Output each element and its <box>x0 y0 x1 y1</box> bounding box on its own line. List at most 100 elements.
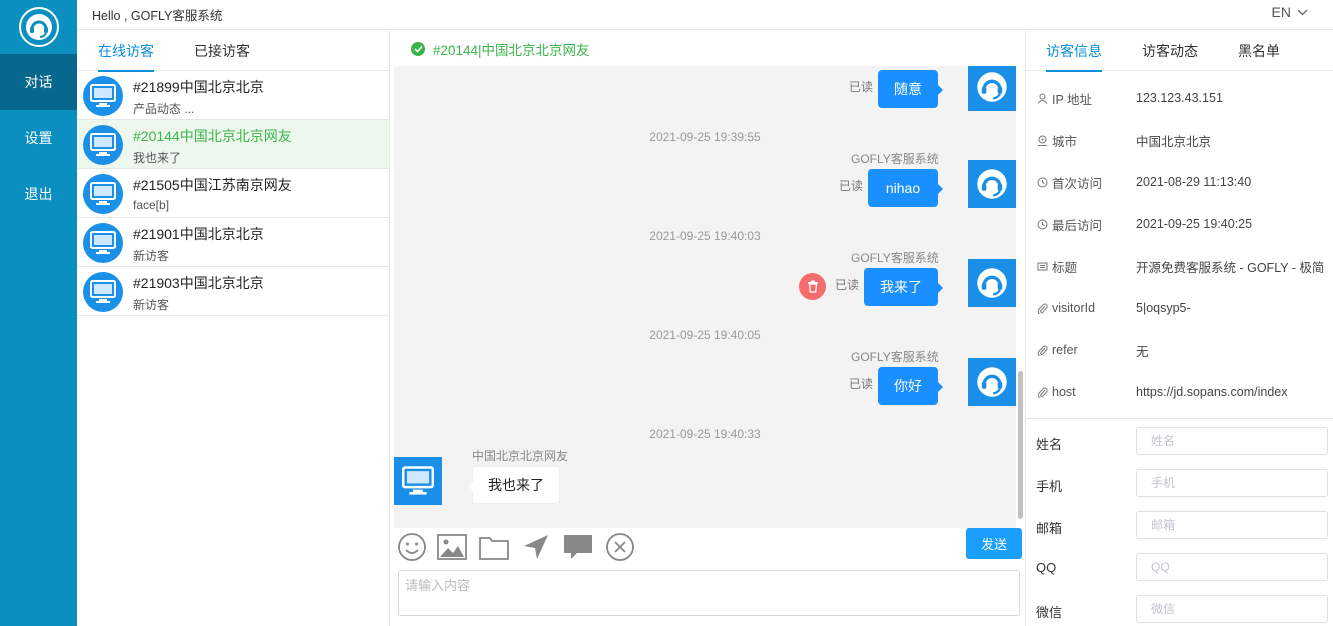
message-bubble: 随意 <box>878 70 943 108</box>
image-upload-button[interactable] <box>436 531 468 563</box>
monitor-icon <box>90 231 116 254</box>
monitor-icon <box>90 133 116 156</box>
field-label: 手机 <box>1036 479 1063 494</box>
message-sender: GOFLY客服系统 <box>851 350 939 364</box>
info-row-first-visit: 首次访问 2021-08-29 11:13:40 <box>1026 161 1333 203</box>
delete-message-button[interactable] <box>799 273 826 300</box>
form-row-name: 姓名 姓名 <box>1026 419 1333 461</box>
nav-item-logout[interactable]: 退出 <box>0 166 77 222</box>
message-list[interactable]: 已读 随意 2021-09-25 19:39:55 GOFLY客服系统 已读 n… <box>394 66 1016 554</box>
visitor-row[interactable]: #21903中国北京北京 新访客 <box>77 267 389 316</box>
info-tabs: 访客信息 访客动态 黑名单 <box>1026 31 1333 72</box>
visitor-row[interactable]: #20144中国北京北京网友 我也来了 <box>77 120 389 169</box>
form-row-email: 邮箱 邮箱 <box>1026 503 1333 545</box>
info-value: 123.123.43.151 <box>1136 91 1223 105</box>
visitor-row[interactable]: #21901中国北京北京 新访客 <box>77 218 389 267</box>
visitor-name: #21901中国北京北京 <box>133 226 264 242</box>
read-status: 已读 <box>849 377 874 391</box>
tab-blacklist[interactable]: 黑名单 <box>1238 31 1280 71</box>
form-row-wechat: 微信 微信 <box>1026 587 1333 626</box>
info-label: IP 地址 <box>1052 92 1093 107</box>
visitor-avatar <box>394 457 442 505</box>
agent-avatar <box>968 66 1016 111</box>
visitor-last-message: 产品动态 ... <box>133 102 195 116</box>
nav-item-chat[interactable]: 对话 <box>0 54 77 110</box>
message-bubble: nihao <box>868 169 943 207</box>
info-label: refer <box>1052 343 1078 357</box>
info-row-city: 城市 中国北京北京 <box>1026 119 1333 161</box>
info-row-visitor-id: visitorId 5|oqsyp5- <box>1026 287 1333 329</box>
clock-icon <box>1037 177 1048 187</box>
visitor-last-message: 新访客 <box>133 298 170 312</box>
message-bubble: 我也来了 <box>468 466 560 504</box>
headset-icon <box>977 72 1007 102</box>
navigation-arrow-icon <box>524 535 548 559</box>
visitor-row[interactable]: #21505中国江苏南京网友 face[b] <box>77 169 389 218</box>
info-label: host <box>1052 385 1076 399</box>
image-icon <box>437 534 467 560</box>
language-switcher[interactable]: EN <box>1272 4 1308 20</box>
message-sender: GOFLY客服系统 <box>851 152 939 166</box>
monitor-icon <box>90 84 116 107</box>
message-input[interactable]: 请输入内容 <box>398 570 1020 616</box>
folder-icon <box>479 537 509 560</box>
visitor-last-message: 新访客 <box>133 249 170 263</box>
wechat-field[interactable]: 微信 <box>1136 595 1328 623</box>
file-upload-button[interactable] <box>478 531 510 563</box>
read-status: 已读 <box>839 179 864 193</box>
ticket-icon <box>1037 262 1048 270</box>
language-label: EN <box>1271 4 1291 20</box>
info-label: 标题 <box>1052 260 1078 275</box>
email-field[interactable]: 邮箱 <box>1136 511 1328 539</box>
nav-item-settings[interactable]: 设置 <box>0 110 77 166</box>
field-label: 微信 <box>1036 605 1063 620</box>
field-label: QQ <box>1036 560 1057 575</box>
headset-icon <box>977 169 1007 199</box>
message-timestamp: 2021-09-25 19:40:03 <box>649 229 761 243</box>
agent-avatar <box>968 259 1016 307</box>
visitor-row[interactable]: #21899中国北京北京 产品动态 ... <box>77 71 389 120</box>
message-timestamp: 2021-09-25 19:40:05 <box>649 328 761 342</box>
chat-bubble-icon <box>564 535 592 559</box>
visitor-avatar <box>83 223 123 263</box>
tab-visitor-info[interactable]: 访客信息 <box>1046 31 1102 72</box>
info-label: 最后访问 <box>1052 218 1103 233</box>
info-row-title: 标题 开源免费客服系统 - GOFLY - 极简 <box>1026 245 1333 287</box>
visitor-name: #21903中国北京北京 <box>133 275 264 291</box>
message-scrollbar[interactable] <box>1018 371 1023 519</box>
message-timestamp: 2021-09-25 19:39:55 <box>649 130 761 144</box>
visitor-avatar <box>83 125 123 165</box>
agent-avatar <box>968 160 1016 208</box>
tab-received-visitors[interactable]: 已接访客 <box>194 31 250 71</box>
name-field[interactable]: 姓名 <box>1136 427 1328 455</box>
form-row-phone: 手机 手机 <box>1026 461 1333 503</box>
visitor-name: #21899中国北京北京 <box>133 79 264 95</box>
monitor-icon <box>402 466 434 495</box>
visitor-name: #21505中国江苏南京网友 <box>133 177 292 193</box>
send-button[interactable]: 发送 <box>966 528 1022 559</box>
chevron-down-icon <box>1297 9 1308 15</box>
monitor-icon <box>90 280 116 303</box>
emoji-button[interactable] <box>396 531 428 563</box>
tab-visitor-activity[interactable]: 访客动态 <box>1142 31 1198 71</box>
close-chat-button[interactable] <box>604 531 636 563</box>
paperclip-icon <box>1037 345 1048 356</box>
tab-online-visitors[interactable]: 在线访客 <box>98 31 154 72</box>
close-circle-icon <box>606 533 634 561</box>
info-row-ip: IP 地址 123.123.43.151 <box>1026 77 1333 119</box>
qq-field[interactable]: QQ <box>1136 553 1328 581</box>
info-row-refer: refer 无 <box>1026 329 1333 371</box>
quick-reply-button[interactable] <box>562 531 594 563</box>
headset-icon <box>977 367 1007 397</box>
chat-toolbar: 发送 <box>394 528 1024 566</box>
logo <box>0 0 77 54</box>
info-value: 中国北京北京 <box>1136 134 1212 149</box>
phone-field[interactable]: 手机 <box>1136 469 1328 497</box>
info-value: 开源免费客服系统 - GOFLY - 极简 <box>1136 260 1325 275</box>
send-location-button[interactable] <box>520 531 552 563</box>
info-row-host: host https://jd.sopans.com/index <box>1026 371 1333 413</box>
info-value: 无 <box>1136 344 1149 359</box>
message-bubble: 你好 <box>878 367 943 405</box>
field-label: 邮箱 <box>1036 521 1063 536</box>
info-value: 2021-08-29 11:13:40 <box>1136 175 1252 189</box>
